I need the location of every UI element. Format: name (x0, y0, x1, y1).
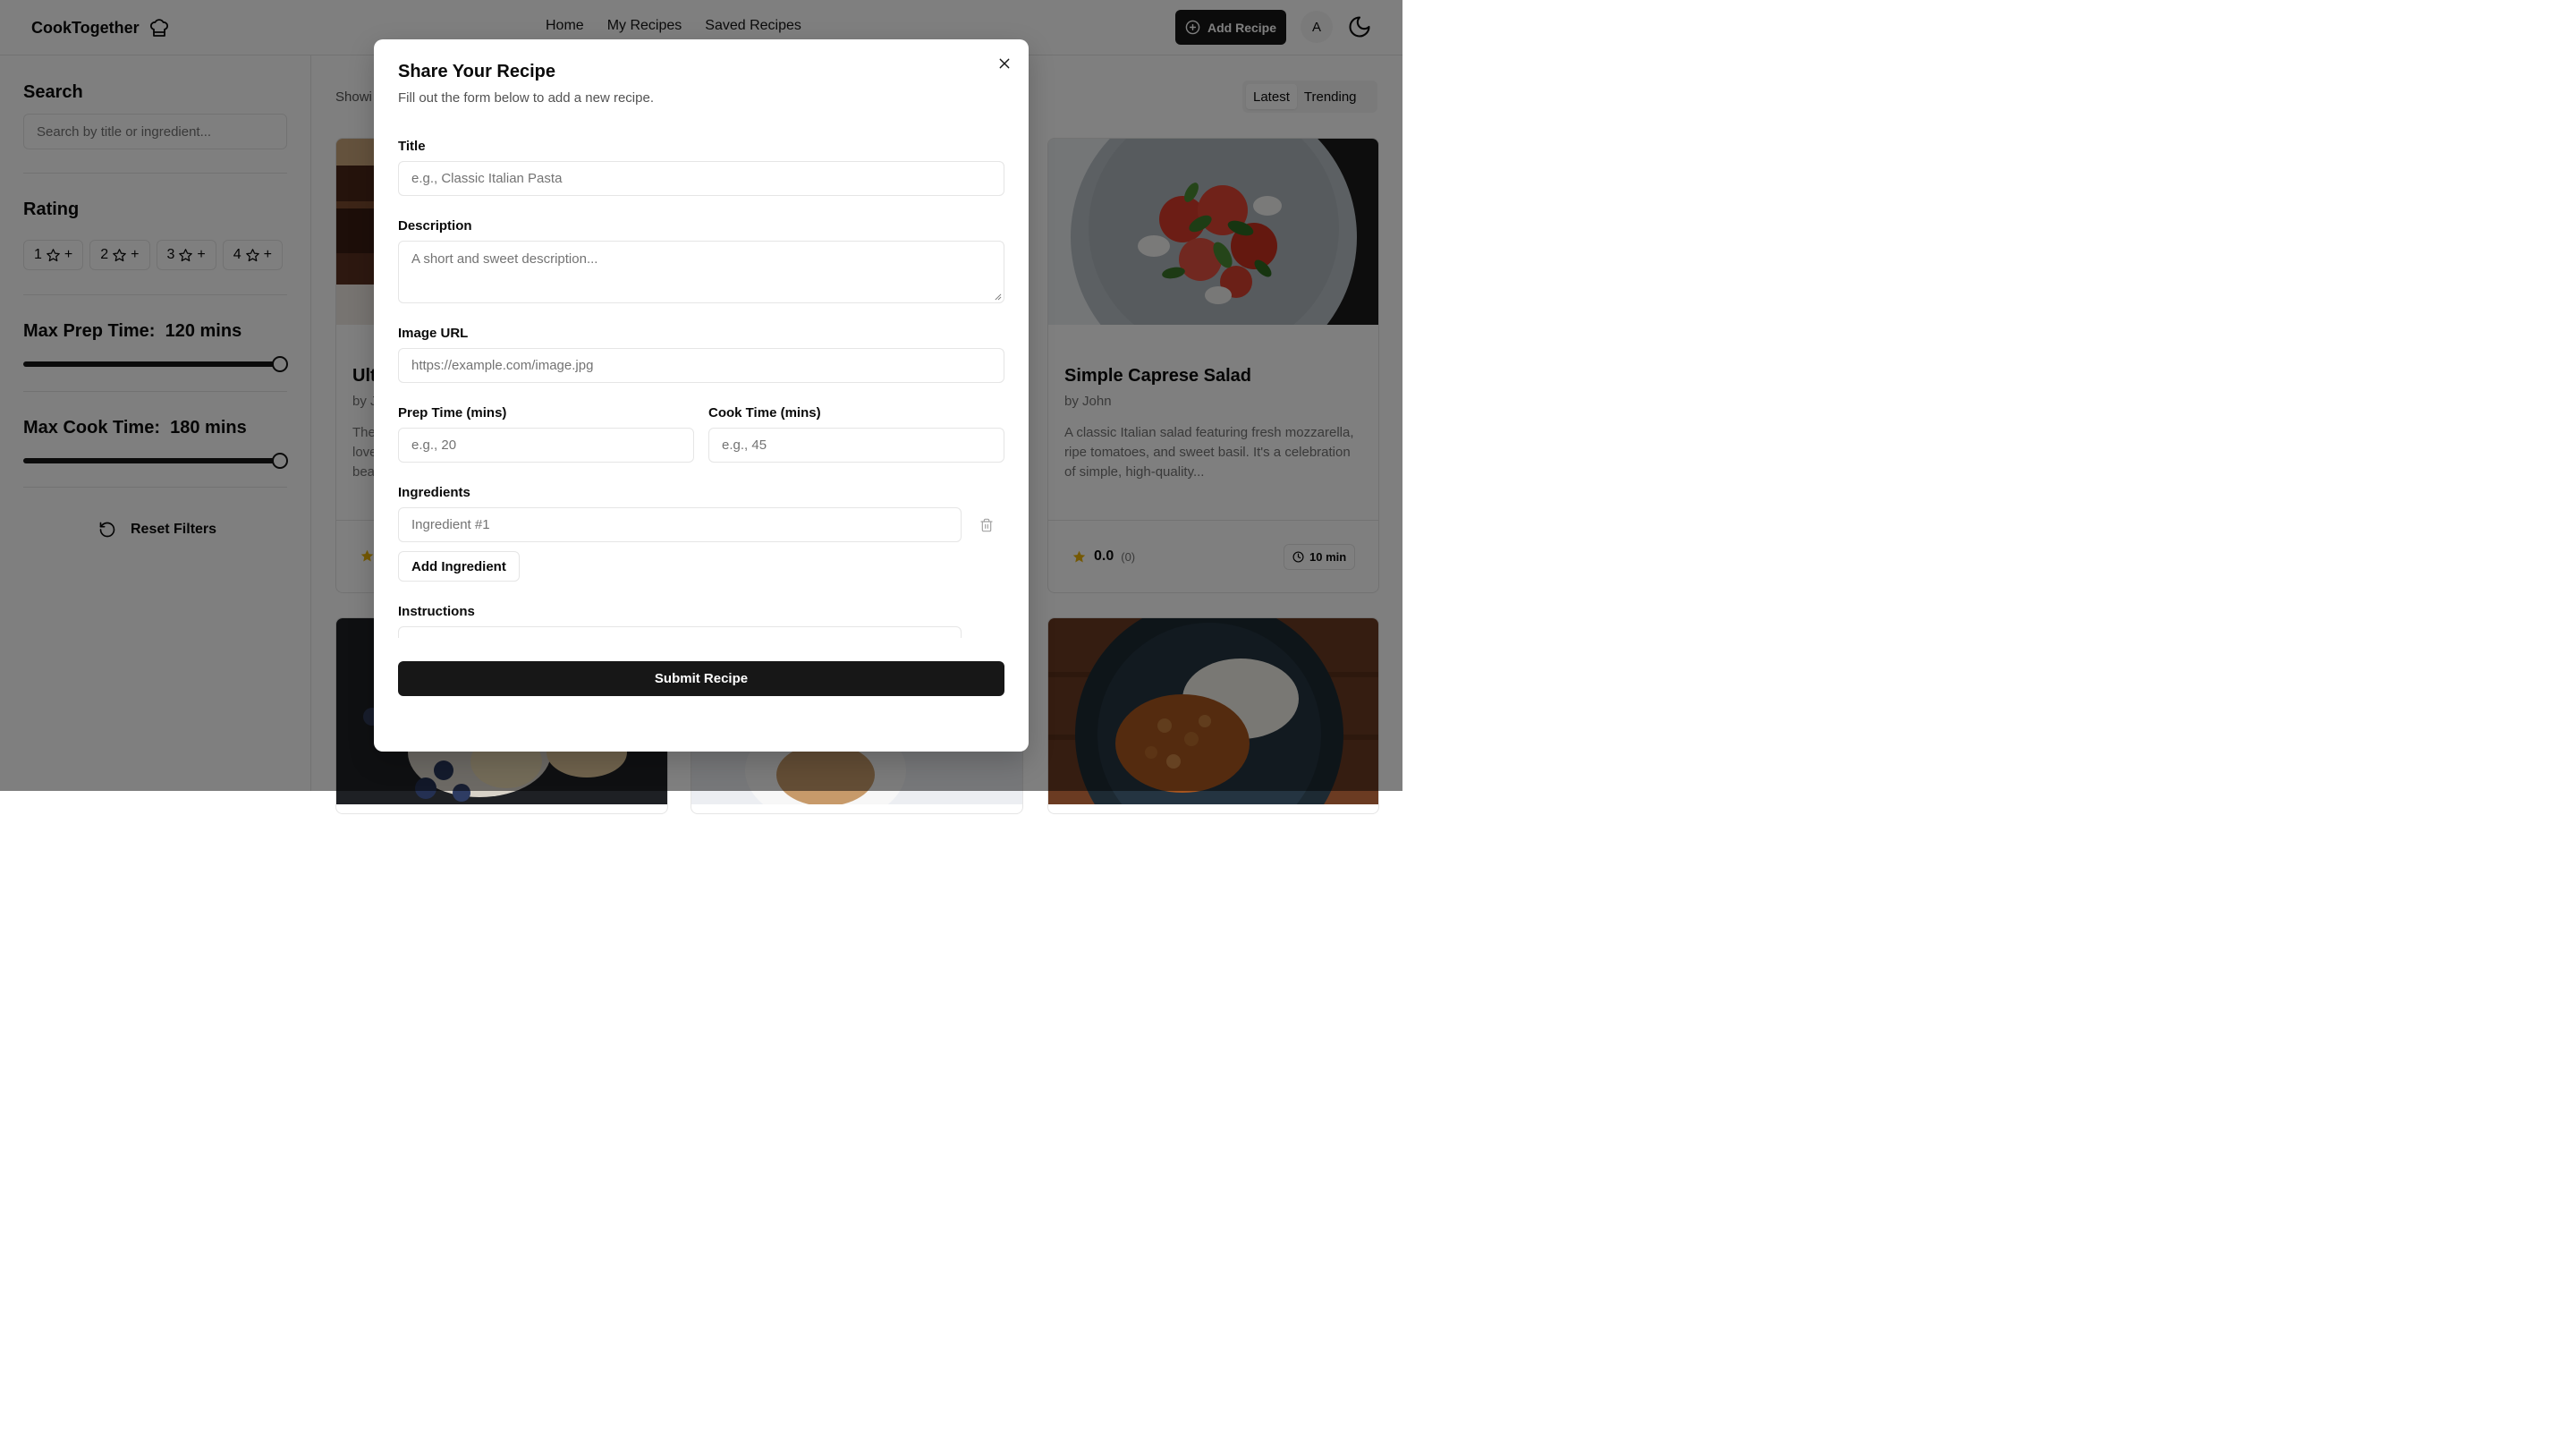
instructions-input[interactable] (398, 626, 962, 638)
submit-recipe-button[interactable]: Submit Recipe (398, 661, 1004, 696)
instructions-field-edge (398, 626, 962, 638)
image-url-label: Image URL (398, 326, 469, 341)
prep-time-input[interactable]: e.g., 20 (398, 428, 694, 463)
cook-time-label: Cook Time (mins) (708, 405, 821, 421)
description-label: Description (398, 218, 472, 234)
add-ingredient-button[interactable]: Add Ingredient (398, 551, 520, 582)
description-textarea[interactable]: A short and sweet description... (398, 241, 1004, 303)
resize-handle-icon[interactable] (994, 293, 1002, 301)
image-url-input[interactable]: https://example.com/image.jpg (398, 348, 1004, 383)
description-placeholder: A short and sweet description... (411, 251, 598, 267)
dialog-title: Share Your Recipe (398, 62, 555, 81)
prep-time-label: Prep Time (mins) (398, 405, 507, 421)
dialog-subtitle: Fill out the form below to add a new rec… (398, 90, 654, 106)
ingredients-label: Ingredients (398, 485, 470, 500)
title-input[interactable]: e.g., Classic Italian Pasta (398, 161, 1004, 196)
share-recipe-dialog: Share Your Recipe Fill out the form belo… (374, 39, 1029, 752)
title-label: Title (398, 139, 426, 154)
trash-icon[interactable] (979, 517, 994, 533)
ingredient-input[interactable]: Ingredient #1 (398, 507, 962, 542)
page: CookTogether Home My Recipes Saved Recip… (0, 0, 1402, 814)
instructions-label: Instructions (398, 604, 475, 619)
cook-time-input[interactable]: e.g., 45 (708, 428, 1004, 463)
close-icon[interactable] (997, 56, 1012, 71)
